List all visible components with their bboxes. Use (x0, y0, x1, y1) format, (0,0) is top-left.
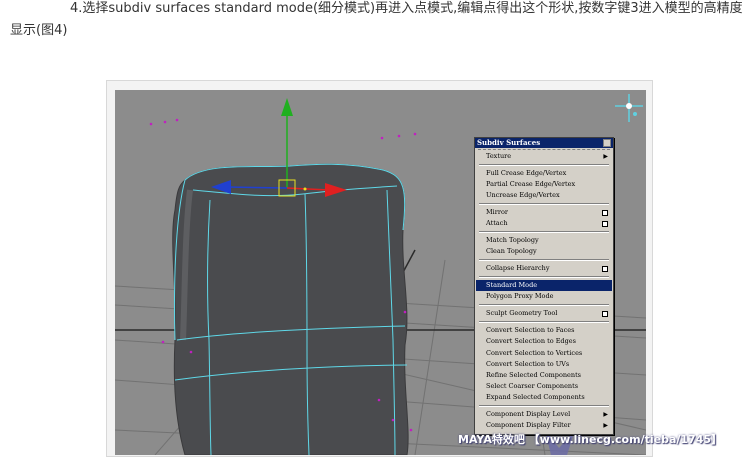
menu-item-clean-topology[interactable]: Clean Topology (476, 246, 612, 257)
menu-item-convert-uvs[interactable]: Convert Selection to UVs (476, 359, 612, 370)
menu-separator (479, 405, 609, 407)
menu-separator (479, 321, 609, 323)
subdiv-surfaces-menu: Subdiv Surfaces Texture ▶ Full Crease Edg… (474, 137, 614, 435)
menu-item-convert-faces[interactable]: Convert Selection to Faces (476, 325, 612, 336)
watermark-text: MAYA特效吧 【www.linecg.com/tieba/1745】 (458, 433, 723, 446)
menu-item-texture[interactable]: Texture ▶ (476, 151, 612, 162)
menu-item-component-display-level[interactable]: Component Display Level ▶ (476, 409, 612, 420)
menu-item-select-coarser[interactable]: Select Coarser Components (476, 381, 612, 392)
menu-item-attach[interactable]: Attach (476, 218, 612, 229)
menu-item-component-display-filter[interactable]: Component Display Filter ▶ (476, 420, 612, 431)
submenu-arrow-icon: ▶ (603, 411, 608, 418)
menu-item-refine-selected[interactable]: Refine Selected Components (476, 370, 612, 381)
menu-separator (479, 259, 609, 261)
menu-separator (479, 231, 609, 233)
menu-item-collapse-hierarchy[interactable]: Collapse Hierarchy (476, 263, 612, 274)
option-box-icon[interactable] (602, 311, 608, 317)
menu-item-expand-selected[interactable]: Expand Selected Components (476, 392, 612, 403)
menu-item-full-crease[interactable]: Full Crease Edge/Vertex (476, 168, 612, 179)
menu-item-convert-vertices[interactable]: Convert Selection to Vertices (476, 348, 612, 359)
option-box-icon[interactable] (602, 210, 608, 216)
menu-separator (479, 304, 609, 306)
menu-separator (479, 164, 609, 166)
menu-item-sculpt-geometry[interactable]: Sculpt Geometry Tool (476, 308, 612, 319)
menu-separator (479, 203, 609, 205)
menu-item-mirror[interactable]: Mirror (476, 207, 612, 218)
view-axis-gizmo (615, 94, 643, 122)
tutorial-caption: 4.选择subdiv surfaces standard mode(细分模式)再… (10, 1, 743, 38)
menu-item-standard-mode[interactable]: Standard Mode (476, 280, 612, 291)
submenu-arrow-icon: ▶ (603, 153, 608, 160)
menu-item-match-topology[interactable]: Match Topology (476, 235, 612, 246)
menu-title: Subdiv Surfaces (475, 138, 613, 148)
option-box-icon[interactable] (602, 266, 608, 272)
menu-item-partial-crease[interactable]: Partial Crease Edge/Vertex (476, 179, 612, 190)
menu-item-polygon-proxy-mode[interactable]: Polygon Proxy Mode (476, 291, 612, 302)
menu-separator (479, 276, 609, 278)
close-icon[interactable] (603, 139, 611, 147)
submenu-arrow-icon: ▶ (603, 422, 608, 429)
menu-item-uncrease[interactable]: Uncrease Edge/Vertex (476, 190, 612, 201)
option-box-icon[interactable] (602, 221, 608, 227)
menu-item-convert-edges[interactable]: Convert Selection to Edges (476, 336, 612, 347)
